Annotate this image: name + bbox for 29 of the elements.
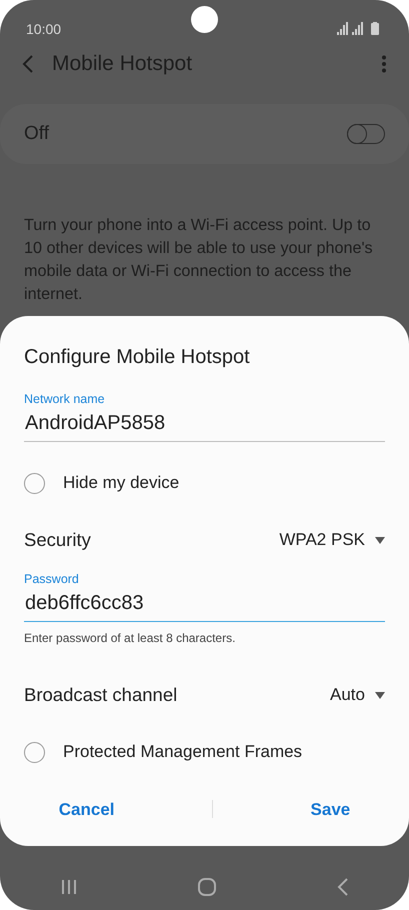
radio-button[interactable]: [24, 742, 45, 762]
dialog-button[interactable]: Cancel: [38, 792, 134, 826]
dialog-title: Configure Mobile Hotspot: [24, 345, 251, 370]
recent-apps-icon[interactable]: [60, 879, 76, 895]
setting-label: Broadcast channel: [24, 683, 178, 708]
helper-text: Enter password of at least 8 characters.: [24, 630, 236, 647]
dropdown-control[interactable]: Auto: [330, 682, 385, 708]
back-icon[interactable]: [336, 878, 348, 896]
hotspot-toggle[interactable]: [347, 124, 385, 144]
more-options-icon[interactable]: [381, 55, 387, 73]
option-label: Hide my device: [63, 472, 180, 494]
caret-icon: [375, 536, 385, 544]
home-icon[interactable]: [198, 878, 216, 896]
camera-cutout: [191, 6, 218, 33]
description-text: Turn your phone into a Wi-Fi access point. Up to 10 other devices will be able to use your phone's mobile data or Wi-Fi connection to access the internet.: [23, 215, 374, 305]
dialog-button[interactable]: Save: [290, 792, 370, 826]
caret-icon: [375, 692, 385, 698]
setting-label: Security: [24, 528, 91, 552]
text-field[interactable]: deb6ffc6cc83: [24, 586, 385, 622]
radio-button[interactable]: [24, 472, 45, 494]
dropdown-control[interactable]: WPA2 PSK: [279, 527, 385, 553]
switch-label: Off: [24, 122, 49, 146]
back-icon[interactable]: [22, 55, 34, 73]
text-field[interactable]: AndroidAP5858: [24, 406, 385, 442]
option-label: Protected Management Frames: [63, 741, 302, 764]
field-label: Password: [24, 572, 80, 586]
status-time: 10:00: [26, 20, 62, 38]
field-label: Network name: [24, 392, 106, 406]
screen-title: Mobile Hotspot: [52, 51, 192, 78]
